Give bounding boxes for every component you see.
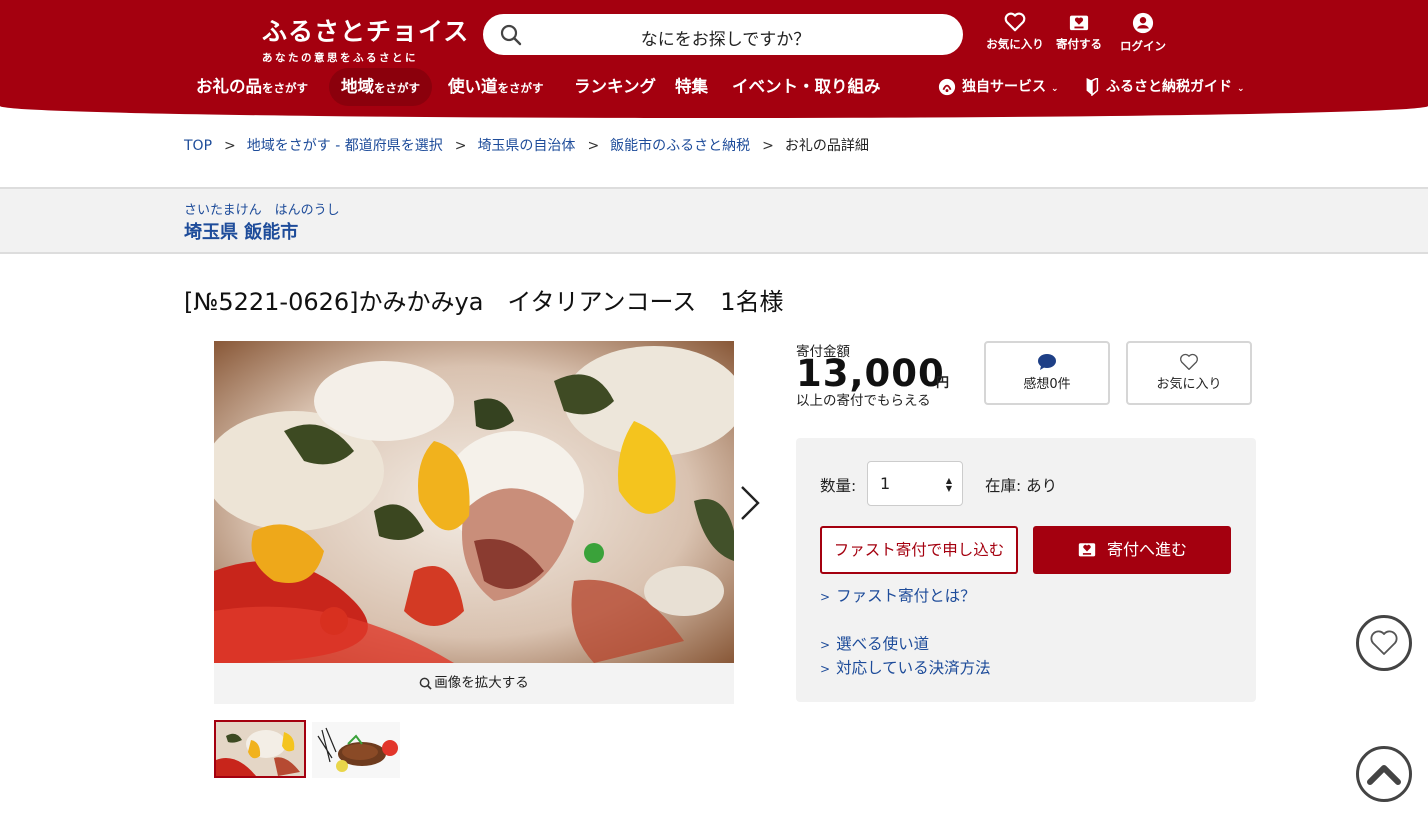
magnifier-icon (419, 677, 432, 690)
scroll-to-top-button[interactable] (1356, 746, 1412, 802)
heart-icon (1180, 353, 1198, 371)
breadcrumb-link-region[interactable]: 地域をさがす - 都道府県を選択 (247, 138, 443, 154)
heart-icon (1004, 12, 1026, 32)
link-label: 選べる使い道 (836, 635, 930, 653)
nav-item-usage[interactable]: 使い道をさがす (448, 68, 544, 106)
breadcrumb-separator: > (454, 138, 467, 154)
price-unit: 円 (936, 376, 950, 391)
beginner-mark-icon (1086, 76, 1099, 97)
donate-button[interactable]: 寄付へ進む (1033, 526, 1231, 574)
login-label: ログイン (1120, 39, 1166, 53)
chevron-right-icon: > (820, 662, 831, 676)
heart-icon (1370, 630, 1398, 655)
search-placeholder: なにをお探しですか？ (640, 30, 811, 50)
quantity-select[interactable]: 1 ▲ ▼ (867, 461, 963, 506)
search-input[interactable]: なにをお探しですか？ (483, 14, 963, 55)
chevron-down-icon: ⌄ (1051, 84, 1059, 94)
chevron-up-icon (1367, 765, 1401, 785)
breadcrumb-separator: > (224, 138, 236, 154)
fast-donate-button[interactable]: ファスト寄付で申し込む (820, 526, 1018, 574)
chevron-right-icon: > (820, 590, 831, 604)
nav-item-label: ランキング (574, 77, 657, 96)
chevron-right-icon: > (820, 638, 831, 652)
favorite-button[interactable]: お気に入り (1126, 341, 1252, 405)
link-fast-donate-about[interactable]: > ファスト寄付とは？ (820, 584, 976, 606)
site-header: ふるさとチョイス あなたの意思をふるさとに なにをお探しですか？ お気に入り 寄… (0, 0, 1428, 118)
nav-item-label: 地域 (341, 77, 374, 96)
food-photo (214, 341, 734, 663)
comment-icon (1038, 354, 1056, 370)
zoom-image-button[interactable]: 画像を拡大する (214, 663, 734, 704)
header-favorites-button[interactable]: お気に入り (980, 12, 1050, 52)
nav-item-label: イベント・取り組み (732, 77, 881, 96)
product-title: [№5221-0626]かみかみya イタリアンコース 1名様 (184, 288, 784, 316)
nav-item-suffix: をさがす (262, 81, 308, 95)
donation-panel: 数量: 1 ▲ ▼ 在庫: あり ファスト寄付で申し込む 寄付へ進む > ファスト寄… (796, 438, 1256, 702)
region-bar: さいたまけん はんのうし 埼玉県 飯能市 (0, 187, 1428, 254)
chevron-down-icon: ⌄ (1237, 84, 1245, 94)
review-label: 感想0件 (1023, 377, 1071, 392)
quantity-value: 1 (880, 474, 891, 493)
quantity-label: 数量: (820, 477, 857, 495)
breadcrumb-separator: > (762, 138, 774, 154)
donate-icon (1078, 543, 1096, 557)
breadcrumb-link-city[interactable]: 飯能市のふるさと納税 (610, 138, 750, 154)
link-usage-options[interactable]: > 選べる使い道 (820, 632, 929, 654)
price-note: 以上の寄付でもらえる (796, 393, 931, 409)
logo-tagline: あなたの意思をふるさとに (262, 52, 418, 64)
nav-item-features[interactable]: 特集 (675, 68, 708, 106)
nav-item-ranking[interactable]: ランキング (574, 68, 656, 106)
header-login-button[interactable]: ログイン (1108, 12, 1178, 54)
product-main-image[interactable] (214, 341, 734, 663)
next-image-arrow-icon[interactable] (739, 485, 761, 521)
nav-guide[interactable]: ふるさと納税ガイド ⌄ (1084, 68, 1245, 106)
region-kana: さいたまけん はんのうし (184, 203, 340, 218)
nav-item-suffix: をさがす (374, 81, 420, 95)
logo-text: ふるさとチョイス (262, 17, 470, 46)
floating-favorite-button[interactable] (1356, 615, 1412, 671)
select-arrows-icon: ▲ ▼ (945, 476, 952, 493)
thumbnail-2[interactable] (312, 722, 400, 778)
breadcrumb-link-top[interactable]: TOP (184, 138, 212, 154)
nav-item-label: お礼の品 (196, 77, 262, 96)
donate-label: 寄付する (1056, 37, 1102, 51)
nav-original-services-label: 独自サービス (962, 79, 1046, 95)
user-icon (1132, 12, 1154, 34)
breadcrumb-separator: > (587, 138, 600, 154)
nav-item-region[interactable]: 地域をさがす (329, 68, 432, 106)
donate-icon (1069, 15, 1089, 31)
favorite-label: お気に入り (1156, 377, 1222, 392)
thumbnail-image (216, 722, 304, 776)
breadcrumb-current: お礼の品詳細 (784, 138, 869, 154)
nav-item-label: 特集 (675, 77, 708, 96)
region-name[interactable]: 埼玉県 飯能市 (184, 218, 298, 244)
link-label: 対応している決済方法 (836, 659, 991, 677)
breadcrumb: TOP > 地域をさがす - 都道府県を選択 > 埼玉県の自治体 > 飯能市のふるさと納税 >… (184, 135, 869, 155)
stock-status: 在庫: あり (985, 477, 1058, 495)
nav-item-suffix: をさがす (497, 81, 544, 95)
donate-button-label: 寄付へ進む (1106, 540, 1187, 559)
service-logo-icon (938, 78, 956, 96)
nav-guide-label: ふるさと納税ガイド (1106, 79, 1232, 95)
nav-original-services[interactable]: 独自サービス ⌄ (938, 68, 1059, 106)
review-button[interactable]: 感想0件 (984, 341, 1110, 405)
nav-item-label: 使い道 (448, 77, 498, 96)
zoom-label: 画像を拡大する (434, 675, 529, 691)
breadcrumb-link-prefecture[interactable]: 埼玉県の自治体 (477, 138, 575, 154)
site-logo[interactable]: ふるさとチョイス あなたの意思をふるさとに (262, 12, 469, 65)
thumbnail-1[interactable] (214, 720, 306, 778)
nav-item-events[interactable]: イベント・取り組み (732, 68, 881, 106)
link-label: ファスト寄付とは？ (836, 587, 976, 605)
favorites-label: お気に入り (986, 37, 1044, 51)
thumbnail-image (312, 722, 400, 778)
link-payment-methods[interactable]: > 対応している決済方法 (820, 656, 991, 678)
header-donate-button[interactable]: 寄付する (1044, 12, 1114, 52)
nav-item-gifts[interactable]: お礼の品をさがす (196, 68, 308, 106)
